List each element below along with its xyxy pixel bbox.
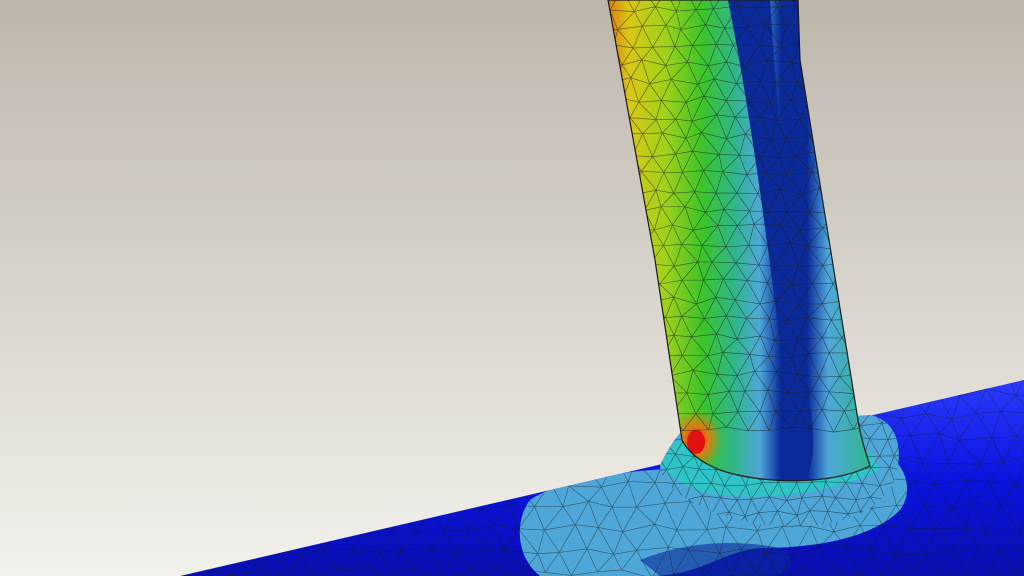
fea-viewport xyxy=(0,0,1024,576)
fea-scene xyxy=(0,0,1024,576)
